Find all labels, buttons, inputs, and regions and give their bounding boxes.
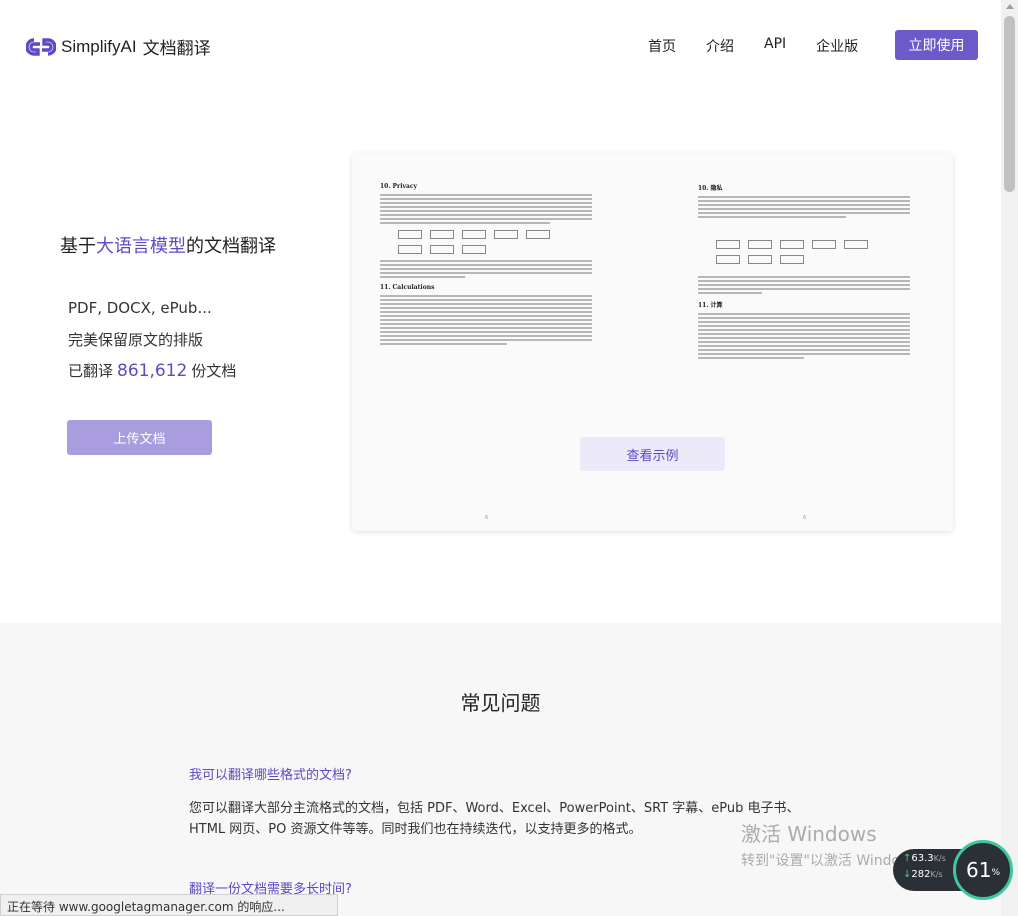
faq-question-formats[interactable]: 我可以翻译哪些格式的文档? xyxy=(189,764,352,783)
count-suffix: 份文档 xyxy=(191,362,237,380)
hero-title-prefix: 基于 xyxy=(60,236,96,257)
feature-formats: PDF, DOCX, ePub... xyxy=(68,299,212,317)
nav-link-home[interactable]: 首页 xyxy=(648,36,676,56)
original-heading-2: 11. Calculations xyxy=(380,284,435,291)
count-value: 861,612 xyxy=(117,361,188,381)
download-speed-value: 282 xyxy=(911,869,931,880)
logo-icon xyxy=(26,37,56,56)
hero-title-suffix: 的文档翻译 xyxy=(186,236,276,257)
original-page: 10. Privacy 11. Calculations xyxy=(380,183,592,347)
top-nav: SimplifyAI 文档翻译 首页 介绍 API 企业版 立即使用 xyxy=(0,0,1001,90)
start-now-button[interactable]: 立即使用 xyxy=(895,30,978,60)
nav-link-enterprise[interactable]: 企业版 xyxy=(816,36,858,56)
hero-title-highlight: 大语言模型 xyxy=(96,236,186,257)
original-heading: 10. Privacy xyxy=(380,183,417,190)
faq-section: 常见问题 我可以翻译哪些格式的文档? 您可以翻译大部分主流格式的文档，包括 PD… xyxy=(0,623,1001,916)
upload-document-button[interactable]: 上传文档 xyxy=(67,420,212,455)
translated-heading-2: 11. 计算 xyxy=(698,302,723,309)
count-prefix: 已翻译 xyxy=(68,362,114,380)
nav-links: 首页 介绍 API 企业版 xyxy=(648,36,888,56)
upload-speed-unit: K/s xyxy=(933,854,946,863)
gauge-value: 61 xyxy=(965,858,992,882)
watermark-title: 激活 Windows xyxy=(741,822,877,846)
scrollbar-thumb[interactable] xyxy=(1004,16,1015,192)
logo[interactable]: SimplifyAI 文档翻译 xyxy=(26,34,211,59)
scroll-up-arrow-icon[interactable] xyxy=(1006,4,1014,9)
product-name: 文档翻译 xyxy=(142,39,211,59)
feature-layout: 完美保留原文的排版 xyxy=(68,331,204,349)
gauge-unit: % xyxy=(991,868,1000,878)
translated-heading: 10. 隐私 xyxy=(698,185,723,192)
memory-gauge[interactable]: 61% xyxy=(953,840,1013,900)
download-speed-unit: K/s xyxy=(930,870,943,879)
nav-link-api[interactable]: API xyxy=(764,36,786,56)
view-example-button[interactable]: 查看示例 xyxy=(580,437,725,471)
faq-title: 常见问题 xyxy=(460,691,541,715)
translated-page-number: 6 xyxy=(803,515,807,521)
faq-answer-formats: 您可以翻译大部分主流格式的文档，包括 PDF、Word、Excel、PowerP… xyxy=(189,801,800,837)
brand-name: SimplifyAI xyxy=(61,36,137,56)
original-page-number: 6 xyxy=(485,515,489,521)
hero-title: 基于大语言模型的文档翻译 xyxy=(60,232,276,258)
translation-preview: 10. Privacy 11. Calculations 6 10. 隐私 11… xyxy=(352,153,953,531)
nav-link-intro[interactable]: 介绍 xyxy=(706,36,734,56)
feature-count: 已翻译 861,612 份文档 xyxy=(68,360,236,381)
page-scrollbar[interactable] xyxy=(1001,0,1018,916)
browser-status-bar: 正在等待 www.googletagmanager.com 的响应... xyxy=(0,894,338,916)
translated-page: 10. 隐私 11. 计算 xyxy=(698,183,910,361)
upload-speed-value: 63.3 xyxy=(911,853,934,864)
